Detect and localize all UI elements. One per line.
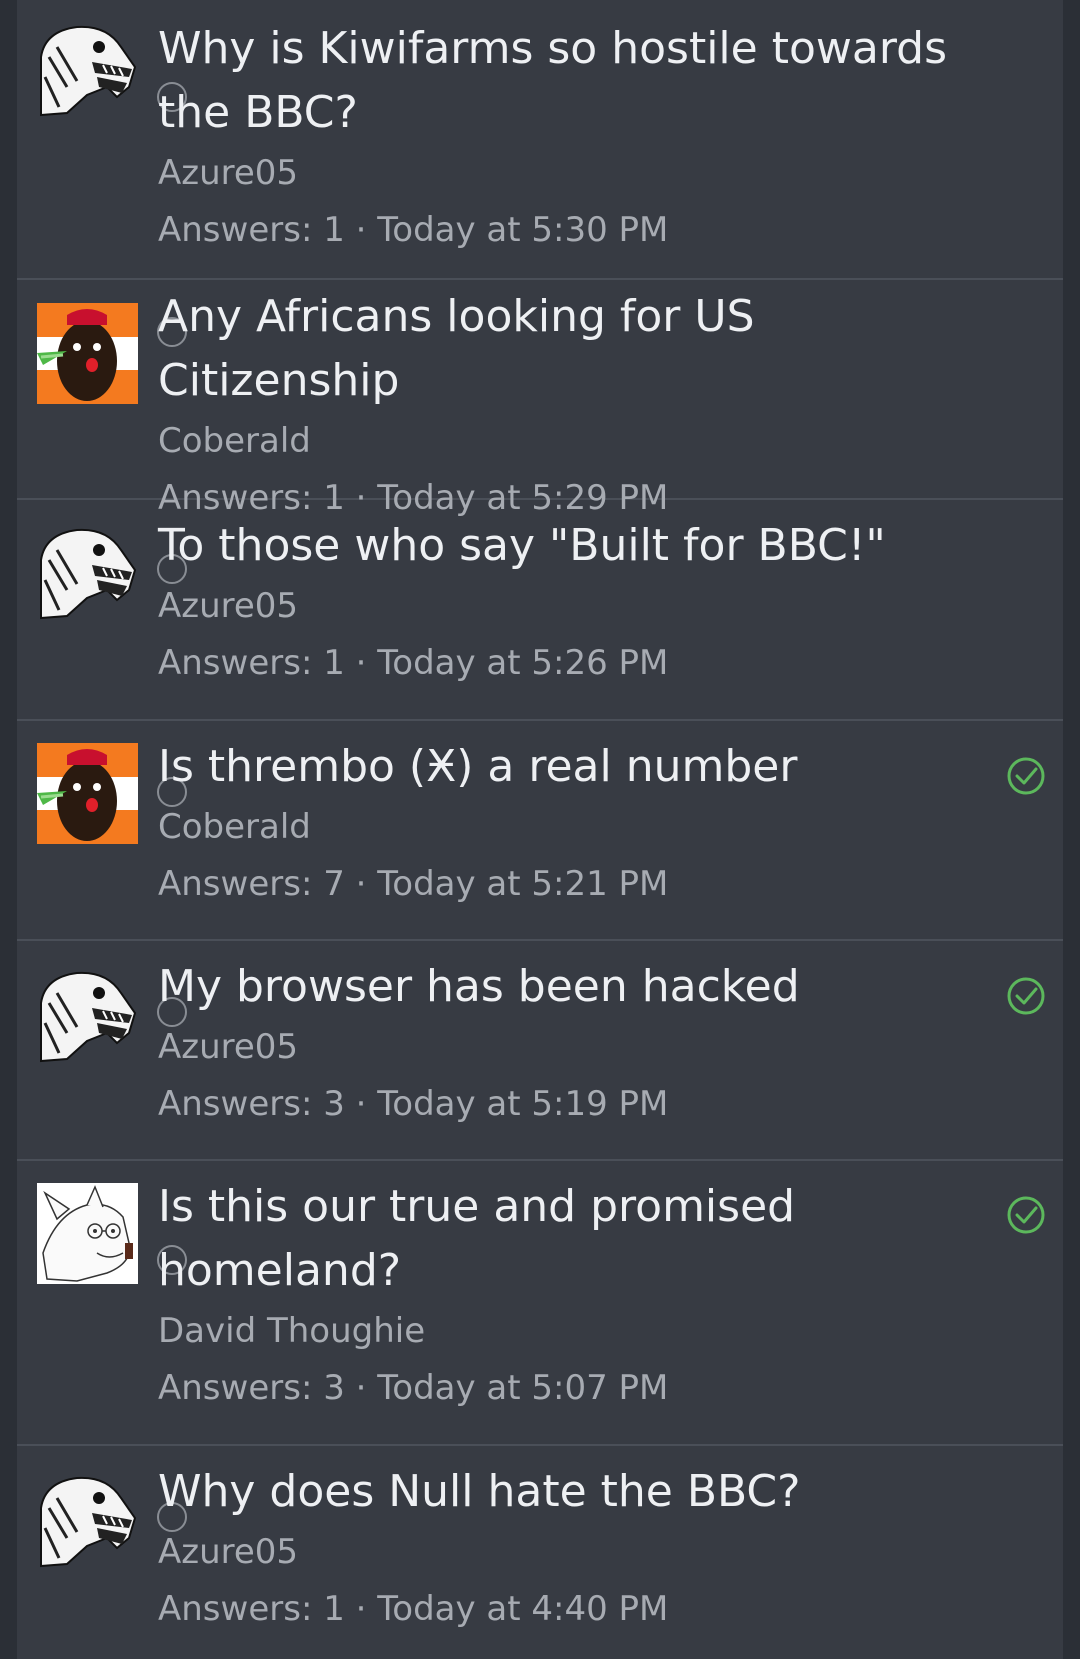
thread-meta: Answers: 1 · Today at 4:40 PM: [158, 1580, 993, 1638]
thread-row[interactable]: My browser has been hacked Azure05 Answe…: [17, 941, 1063, 1161]
thread-title[interactable]: Any Africans looking for US Citizenship: [158, 285, 993, 413]
thread-author[interactable]: Azure05: [158, 578, 993, 634]
separator: ·: [355, 643, 367, 683]
solved-check-icon: [1006, 756, 1046, 796]
thread-time: Today at 5:21 PM: [377, 864, 669, 904]
thread-author[interactable]: David Thoughie: [158, 1303, 993, 1359]
skull-avatar[interactable]: [37, 1468, 138, 1569]
answers-count: Answers: 1: [158, 210, 345, 250]
answers-count: Answers: 1: [158, 643, 345, 683]
thread-row[interactable]: Why does Null hate the BBC? Azure05 Answ…: [17, 1446, 1063, 1659]
skull-avatar[interactable]: [37, 17, 138, 118]
separator: ·: [355, 1368, 367, 1408]
solved-check-icon: [1006, 976, 1046, 1016]
thread-time: Today at 5:19 PM: [377, 1084, 669, 1124]
answers-count: Answers: 3: [158, 1368, 345, 1408]
separator: ·: [355, 864, 367, 904]
thread-title[interactable]: Why does Null hate the BBC?: [158, 1460, 993, 1524]
thread-title[interactable]: Is thrembo (Ӿ) a real number: [158, 735, 993, 799]
thread-author[interactable]: Azure05: [158, 145, 993, 201]
thread-author[interactable]: Coberald: [158, 413, 993, 469]
answers-count: Answers: 1: [158, 1589, 345, 1629]
thread-list: Why is Kiwifarms so hostile towards the …: [17, 0, 1063, 1659]
thread-meta: Answers: 3 · Today at 5:19 PM: [158, 1075, 993, 1133]
separator: ·: [355, 1084, 367, 1124]
separator: ·: [355, 210, 367, 250]
thread-title[interactable]: To those who say "Built for BBC!": [158, 514, 993, 578]
answers-count: Answers: 7: [158, 864, 345, 904]
page: Why is Kiwifarms so hostile towards the …: [0, 0, 1080, 1659]
thread-row[interactable]: To those who say "Built for BBC!" Azure0…: [17, 500, 1063, 721]
thread-title[interactable]: Is this our true and promised homeland?: [158, 1175, 993, 1303]
solved-check-icon: [1006, 1195, 1046, 1235]
thread-author[interactable]: Coberald: [158, 799, 993, 855]
skull-avatar[interactable]: [37, 520, 138, 621]
thread-author[interactable]: Azure05: [158, 1524, 993, 1580]
thread-row[interactable]: Is this our true and promised homeland? …: [17, 1161, 1063, 1446]
flag-face-avatar[interactable]: [37, 303, 138, 404]
thread-row[interactable]: Why is Kiwifarms so hostile towards the …: [17, 0, 1063, 280]
thread-title[interactable]: Why is Kiwifarms so hostile towards the …: [158, 17, 993, 145]
thread-row[interactable]: Any Africans looking for US Citizenship …: [17, 280, 1063, 518]
thread-author[interactable]: Azure05: [158, 1019, 993, 1075]
thread-meta: Answers: 7 · Today at 5:21 PM: [158, 855, 993, 913]
thread-meta: Answers: 1 · Today at 5:26 PM: [158, 634, 993, 692]
separator: ·: [355, 1589, 367, 1629]
thread-meta: Answers: 3 · Today at 5:07 PM: [158, 1359, 993, 1417]
skull-avatar[interactable]: [37, 963, 138, 1064]
thread-time: Today at 4:40 PM: [377, 1589, 669, 1629]
answers-count: Answers: 3: [158, 1084, 345, 1124]
thread-time: Today at 5:07 PM: [377, 1368, 669, 1408]
dog-sketch-avatar[interactable]: [37, 1183, 138, 1284]
thread-row[interactable]: Is thrembo (Ӿ) a real number Coberald An…: [17, 721, 1063, 941]
thread-meta: Answers: 1 · Today at 5:30 PM: [158, 201, 993, 259]
flag-face-avatar[interactable]: [37, 743, 138, 844]
thread-title[interactable]: My browser has been hacked: [158, 955, 993, 1019]
thread-time: Today at 5:30 PM: [377, 210, 669, 250]
thread-time: Today at 5:26 PM: [377, 643, 669, 683]
